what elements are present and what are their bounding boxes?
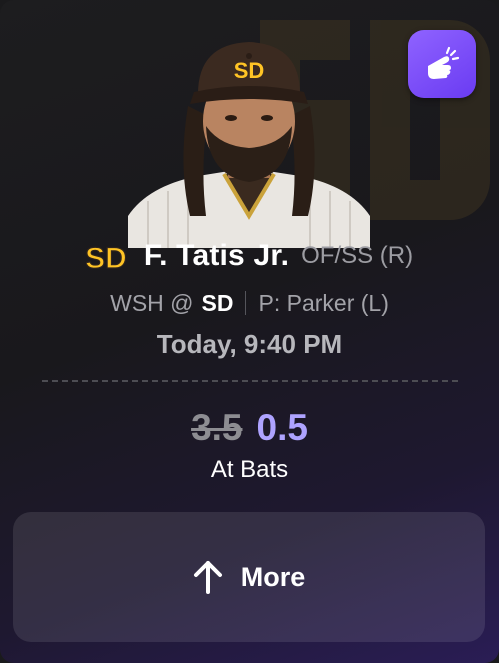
- padres-logo-icon: SD: [86, 241, 126, 275]
- arrow-up-icon: [193, 561, 222, 594]
- more-button[interactable]: More: [13, 512, 485, 642]
- new-line-value: 0.5: [256, 407, 308, 448]
- home-team: SD: [201, 289, 234, 316]
- old-line-value: 3.5: [191, 407, 243, 448]
- opposing-pitcher: P: Parker (L): [258, 289, 389, 316]
- stat-label: At Bats: [210, 456, 289, 483]
- game-time: Today, 9:40 PM: [156, 329, 343, 359]
- matchup-separator: [245, 291, 247, 315]
- player-photo: SD: [128, 42, 370, 248]
- svg-text:SD: SD: [234, 58, 265, 83]
- svg-text:SD: SD: [86, 242, 126, 275]
- more-button-label: More: [240, 561, 306, 592]
- matchup: WSH @ SD P: Parker (L): [0, 286, 499, 320]
- player-header: SD F. Tatis Jr. OF/SS (R): [0, 232, 499, 280]
- tap-hand-icon: [428, 46, 460, 79]
- tap-button[interactable]: [408, 30, 476, 98]
- pick-card[interactable]: SD SD F. Tatis Jr. OF/SS (R) WSH @ SD P:…: [0, 0, 499, 663]
- dashed-divider: [42, 380, 458, 382]
- player-name: F. Tatis Jr.: [143, 239, 290, 272]
- away-team: WSH @: [110, 289, 194, 316]
- player-position: OF/SS (R): [301, 242, 414, 269]
- prop-line: 3.5 0.5: [0, 406, 499, 450]
